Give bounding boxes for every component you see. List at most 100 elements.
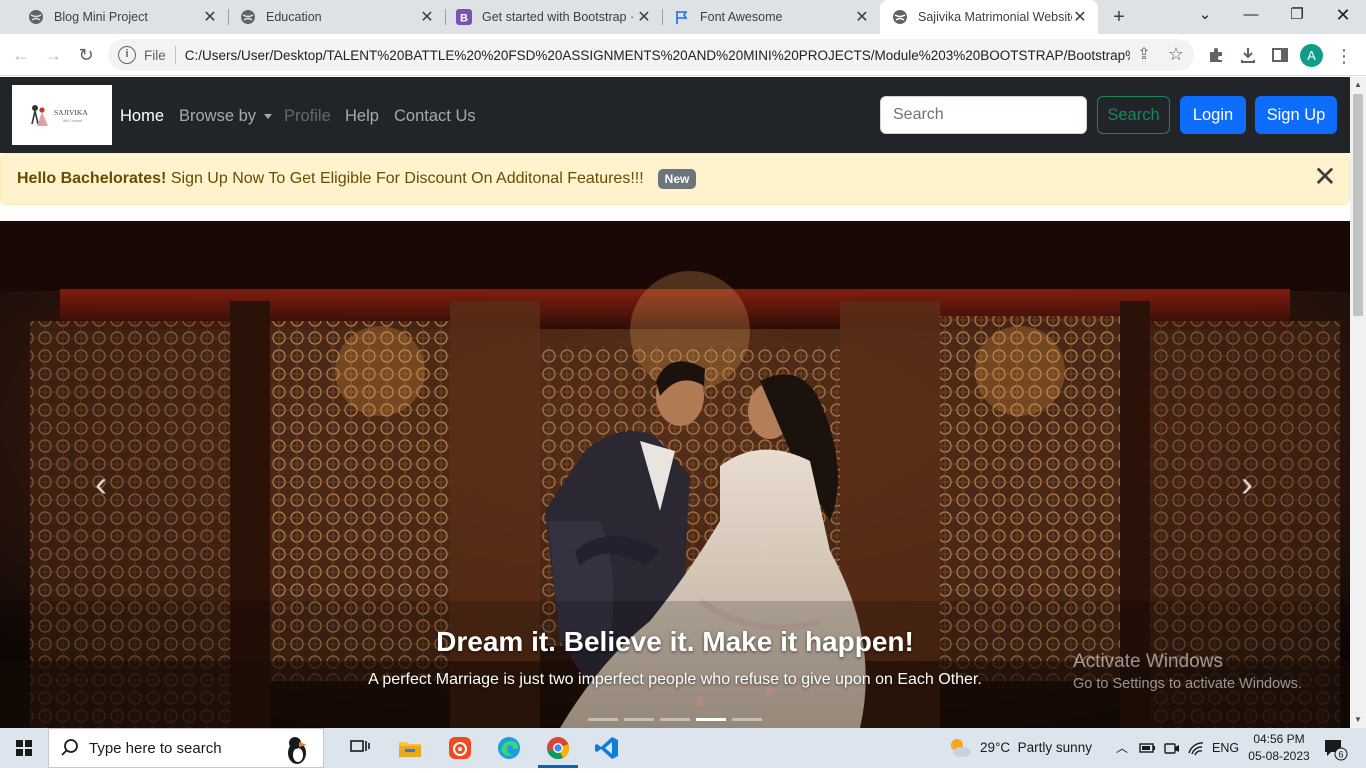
activate-windows-watermark: Activate Windows Go to Settings to activ… [1073, 651, 1302, 692]
nav-contact-us[interactable]: Contact Us [394, 107, 476, 126]
extensions-puzzle-icon[interactable] [1206, 46, 1226, 66]
alert-close-icon[interactable]: ✕ [1313, 163, 1337, 191]
svg-text:B: B [460, 13, 468, 25]
scroll-up-icon[interactable]: ▲ [1353, 80, 1363, 90]
globe-icon [240, 9, 256, 25]
taskbar-clock[interactable]: 04:56 PM 05-08-2023 [1246, 731, 1312, 765]
info-icon[interactable]: i [118, 46, 136, 64]
scroll-down-icon[interactable]: ▼ [1353, 715, 1363, 725]
restore-icon[interactable]: ❐ [1274, 0, 1320, 32]
flag-icon [674, 9, 690, 25]
partly-sunny-weather-icon[interactable] [946, 734, 974, 762]
close-tab-icon[interactable]: ✕ [1072, 7, 1088, 27]
browser-tab-sajivika[interactable]: Sajivika Matrimonial Website ✕ [880, 0, 1098, 34]
search-button[interactable]: Search [1097, 96, 1170, 134]
notification-center-icon[interactable]: 6 [1322, 737, 1348, 761]
browser-toolbar: ← → ↻ i File C:/Users/User/Desktop/TALEN… [0, 34, 1366, 76]
battery-icon[interactable] [1138, 739, 1156, 757]
brand-tagline: We Connect [63, 119, 82, 123]
taskbar-search-box[interactable]: Type here to search [48, 728, 324, 768]
scrollbar-thumb[interactable] [1353, 94, 1363, 316]
meet-now-camera-icon[interactable] [1163, 739, 1181, 757]
caret-down-icon [264, 114, 273, 120]
new-tab-icon[interactable]: + [1108, 6, 1130, 28]
carousel-indicator-2[interactable] [624, 718, 654, 721]
brand-logo[interactable]: SAJIVIKA We Connect [12, 85, 112, 145]
nav-help[interactable]: Help [345, 107, 379, 126]
search-icon [61, 739, 78, 756]
close-tab-icon[interactable]: ✕ [636, 7, 652, 27]
tab-title: Blog Mini Project [54, 10, 148, 24]
alert-heading: Hello Bachelorates! [17, 170, 167, 187]
globe-icon [892, 9, 908, 25]
language-indicator[interactable]: ENG [1212, 728, 1239, 768]
task-view-icon[interactable] [346, 734, 374, 762]
profile-avatar[interactable]: A [1300, 44, 1323, 67]
show-hidden-icons-chevron-icon[interactable]: ︿ [1116, 728, 1128, 768]
start-button[interactable] [0, 728, 48, 768]
bookmark-star-icon[interactable]: ☆ [1166, 44, 1186, 64]
browser-tab-education[interactable]: Education ✕ [220, 0, 445, 34]
forward-arrow-icon[interactable]: → [42, 44, 64, 66]
mail-app-icon[interactable] [446, 734, 474, 762]
file-explorer-icon[interactable] [396, 734, 424, 762]
activate-windows-title: Activate Windows [1073, 651, 1223, 672]
address-divider [174, 46, 176, 64]
globe-icon [28, 9, 44, 25]
brand-name: SAJIVIKA [54, 108, 88, 117]
carousel-next-icon[interactable]: › [1232, 464, 1262, 504]
page-scrollbar[interactable]: ▲ ▼ [1350, 77, 1366, 728]
reload-icon[interactable]: ↻ [75, 44, 97, 66]
tab-title: Education [266, 10, 322, 24]
carousel-indicator-3[interactable] [660, 718, 690, 721]
carousel-indicators [588, 718, 762, 721]
close-tab-icon[interactable]: ✕ [854, 7, 870, 27]
browser-tab-bootstrap[interactable]: B Get started with Bootstrap · Bootstrap… [436, 0, 662, 34]
promo-alert: Hello Bachelorates! Sign Up Now To Get E… [0, 153, 1350, 205]
tab-title: Font Awesome [700, 10, 783, 24]
vscode-icon[interactable] [593, 734, 621, 762]
browser-tab-fontawesome[interactable]: Font Awesome ✕ [654, 0, 880, 34]
carousel-prev-icon[interactable]: ‹ [86, 464, 116, 504]
tab-title: Get started with Bootstrap · Bootstrap [482, 10, 636, 24]
sign-up-button[interactable]: Sign Up [1255, 96, 1337, 134]
weather-text[interactable]: 29°C Partly sunny [980, 728, 1092, 768]
back-arrow-icon[interactable]: ← [10, 44, 32, 66]
carousel-indicator-5[interactable] [732, 718, 762, 721]
site-search-input[interactable] [880, 96, 1087, 134]
login-button[interactable]: Login [1180, 96, 1246, 134]
side-panel-icon[interactable] [1270, 46, 1290, 66]
taskbar-search-placeholder: Type here to search [89, 739, 222, 757]
carousel-indicator-4[interactable] [696, 718, 726, 721]
notification-count: 6 [1338, 750, 1343, 760]
tab-search-chevron-icon[interactable]: ⌄ [1182, 0, 1228, 32]
address-url[interactable]: C:/Users/User/Desktop/TALENT%20BATTLE%20… [185, 48, 1130, 63]
close-window-icon[interactable]: ✕ [1320, 0, 1366, 32]
carousel-indicator-1[interactable] [588, 718, 618, 721]
nav-profile: Profile [284, 107, 331, 125]
minimize-icon[interactable]: — [1228, 0, 1274, 32]
close-tab-icon[interactable]: ✕ [419, 7, 435, 27]
new-badge: New [657, 169, 697, 189]
browser-tab-blog[interactable]: Blog Mini Project ✕ [8, 0, 228, 34]
clock-date: 05-08-2023 [1248, 749, 1310, 763]
puffin-bird-icon [288, 737, 307, 764]
share-icon[interactable]: ⇪ [1134, 45, 1154, 65]
download-icon[interactable] [1238, 46, 1258, 66]
kebab-menu-icon[interactable]: ⋮ [1334, 46, 1354, 66]
hero-carousel: ‹ › Dream it. Believe it. Make it happen… [0, 221, 1350, 728]
close-tab-icon[interactable]: ✕ [202, 7, 218, 27]
nav-home[interactable]: Home [120, 107, 164, 126]
browser-tab-strip: Blog Mini Project ✕ Education ✕ B Get st… [0, 0, 1366, 34]
address-bar[interactable]: i File C:/Users/User/Desktop/TALENT%20BA… [108, 39, 1194, 71]
chrome-browser-icon[interactable] [544, 734, 572, 762]
windows-logo-icon [16, 740, 32, 756]
clock-time: 04:56 PM [1253, 732, 1305, 746]
nav-browse-label: Browse by [179, 107, 257, 125]
edge-browser-icon[interactable] [495, 734, 523, 762]
wifi-icon[interactable] [1187, 739, 1205, 757]
nav-browse-by[interactable]: Browse by [179, 107, 273, 126]
address-scheme: File [144, 47, 166, 63]
bootstrap-icon: B [456, 9, 472, 25]
windows-taskbar: Type here to search 29°C Partly sunny ︿ … [0, 728, 1366, 768]
